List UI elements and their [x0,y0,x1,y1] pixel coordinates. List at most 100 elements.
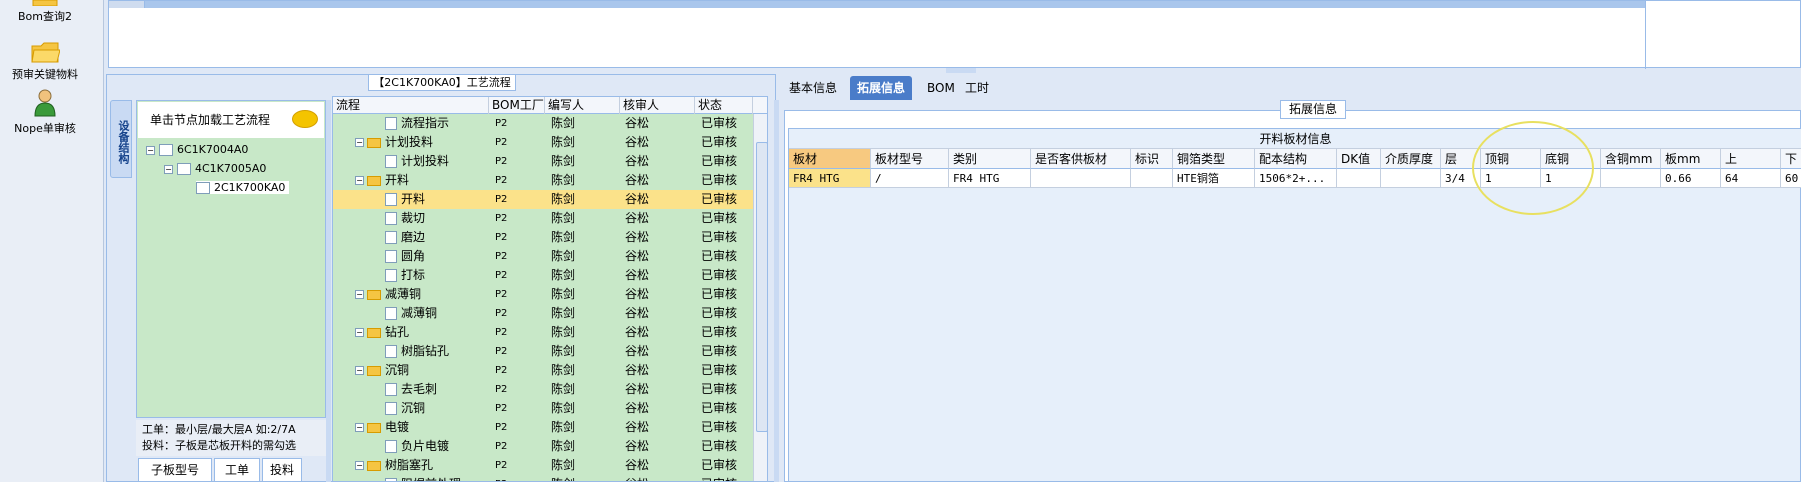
process-name-cell: 去毛刺 [385,380,437,399]
bom-factory-cell: P2 [495,327,508,338]
top-grid-row-selector[interactable] [109,1,145,8]
process-name: 磨边 [401,230,426,244]
tab-feeding[interactable]: 投料 [262,458,302,482]
process-name-cell: − 减薄铜 [355,285,421,304]
tab-board-model[interactable]: 子板型号 [138,458,212,482]
writer-cell: 陈剑 [551,249,576,263]
tree-node[interactable]: − 4C1K7005A0 [164,162,266,175]
col-header-bom-factory[interactable]: BOM工厂 [489,97,545,114]
process-name-cell: − 电镀 [355,418,409,437]
table-row[interactable]: − 树脂塞孔 P2 陈剑 谷松 已审核 [333,456,753,475]
process-grid-scrollbar[interactable] [753,114,767,481]
table-cell[interactable]: FR4 HTG [789,169,871,188]
table-row[interactable]: − 开料 P2 陈剑 谷松 已审核 [333,171,753,190]
process-name-cell: 磨边 [385,228,425,247]
table-row[interactable]: 减薄铜 P2 陈剑 谷松 已审核 [333,304,753,323]
table-cell[interactable]: 0.66 [1661,169,1721,188]
col-header[interactable]: 板材 [789,149,871,169]
nav-item-prereview-material[interactable]: 预审关键物料 [0,40,90,82]
table-row[interactable]: − 计划投料 P2 陈剑 谷松 已审核 [333,133,753,152]
collapse-icon[interactable]: − [355,423,364,432]
collapse-icon[interactable]: − [355,176,364,185]
process-name: 开料 [401,192,426,206]
table-row[interactable]: − 钻孔 P2 陈剑 谷松 已审核 [333,323,753,342]
table-cell[interactable]: / [871,169,949,188]
table-row[interactable]: 圆角 P2 陈剑 谷松 已审核 [333,247,753,266]
table-cell[interactable]: 1506*2+... [1255,169,1337,188]
collapse-icon[interactable]: − [355,366,364,375]
tab-work-hours[interactable]: 工时 [958,76,996,100]
table-row[interactable]: 负片电镀 P2 陈剑 谷松 已审核 [333,437,753,456]
nav-item-nope-review[interactable]: Nope单审核 [0,88,90,136]
table-row[interactable]: 裁切 P2 陈剑 谷松 已审核 [333,209,753,228]
col-header-writer[interactable]: 编写人 [545,97,620,114]
col-header[interactable]: 介质厚度 [1381,149,1441,169]
scrollbar-thumb[interactable] [756,142,767,432]
table-row[interactable]: 阻焊前处理 P2 陈剑 谷松 已审核 [333,475,753,481]
process-name-cell: 树脂钻孔 [385,342,449,361]
col-header[interactable]: 标识 [1131,149,1173,169]
col-header[interactable]: 是否客供板材 [1031,149,1131,169]
collapse-icon[interactable]: − [355,290,364,299]
table-cell[interactable] [1031,169,1131,188]
col-header[interactable]: 板mm [1661,149,1721,169]
horizontal-splitter[interactable] [946,68,976,73]
collapse-icon[interactable]: − [355,138,364,147]
col-header[interactable]: 含铜mm [1601,149,1661,169]
table-row[interactable]: 沉铜 P2 陈剑 谷松 已审核 [333,399,753,418]
table-row[interactable]: − 沉铜 P2 陈剑 谷松 已审核 [333,361,753,380]
table-row[interactable]: − 电镀 P2 陈剑 谷松 已审核 [333,418,753,437]
writer-cell: 陈剑 [551,325,576,339]
collapse-icon[interactable]: − [355,328,364,337]
writer-cell: 陈剑 [551,116,576,130]
table-row[interactable]: 磨边 P2 陈剑 谷松 已审核 [333,228,753,247]
col-header[interactable]: 配本结构 [1255,149,1337,169]
table-cell[interactable]: 60 [1781,169,1801,188]
col-header-process[interactable]: 流程 [333,97,489,114]
folder-icon [367,365,381,376]
table-cell[interactable] [1601,169,1661,188]
col-header[interactable]: DK值 [1337,149,1381,169]
table-cell[interactable] [1131,169,1173,188]
tab-bom[interactable]: BOM [920,76,962,100]
tree-node[interactable]: − 6C1K7004A0 [146,143,248,156]
tab-extended-info[interactable]: 拓展信息 [850,76,913,100]
table-cell[interactable]: 64 [1721,169,1781,188]
footer-line-1: 工单：最小层/最大层A 如:2/7A [142,423,296,436]
collapse-icon[interactable]: − [164,164,173,174]
table-cell[interactable] [1381,169,1441,188]
collapse-icon[interactable]: − [355,461,364,470]
col-header-status[interactable]: 状态 [695,97,753,114]
col-header[interactable]: 上 [1721,149,1781,169]
vertical-splitter[interactable] [326,100,331,482]
col-header-reviewer[interactable]: 核审人 [620,97,695,114]
table-row[interactable]: − 减薄铜 P2 陈剑 谷松 已审核 [333,285,753,304]
table-row[interactable]: 去毛刺 P2 陈剑 谷松 已审核 [333,380,753,399]
tree-node-selected[interactable]: 2C1K700KA0 [196,181,290,194]
reviewer-cell: 谷松 [625,439,650,453]
document-icon [385,193,397,206]
tree-node-label: 4C1K7005A0 [195,162,267,175]
table-row[interactable]: 流程指示 P2 陈剑 谷松 已审核 [333,114,753,133]
table-cell[interactable]: FR4 HTG [949,169,1031,188]
table-row[interactable]: 开料 P2 陈剑 谷松 已审核 [333,190,753,209]
col-header[interactable]: 板材型号 [871,149,949,169]
col-header[interactable]: 下 [1781,149,1801,169]
collapse-icon[interactable]: − [146,145,155,155]
folder-icon [32,0,58,6]
reviewer-cell: 谷松 [625,344,650,358]
table-cell[interactable]: HTE铜箔 [1173,169,1255,188]
status-cell: 已审核 [701,363,738,377]
tab-work-order[interactable]: 工单 [214,458,260,482]
table-row[interactable]: 树脂钻孔 P2 陈剑 谷松 已审核 [333,342,753,361]
col-header[interactable]: 类别 [949,149,1031,169]
tab-device-structure[interactable]: 设备结构 [110,100,132,178]
nav-item-bom-query[interactable]: Bom查询2 [0,0,90,24]
vertical-splitter-right[interactable] [774,100,779,482]
table-row[interactable]: 计划投料 P2 陈剑 谷松 已审核 [333,152,753,171]
process-name: 电镀 [385,420,410,434]
col-header[interactable]: 铜箔类型 [1173,149,1255,169]
tab-basic-info[interactable]: 基本信息 [782,76,844,100]
table-row[interactable]: 打标 P2 陈剑 谷松 已审核 [333,266,753,285]
table-cell[interactable] [1337,169,1381,188]
